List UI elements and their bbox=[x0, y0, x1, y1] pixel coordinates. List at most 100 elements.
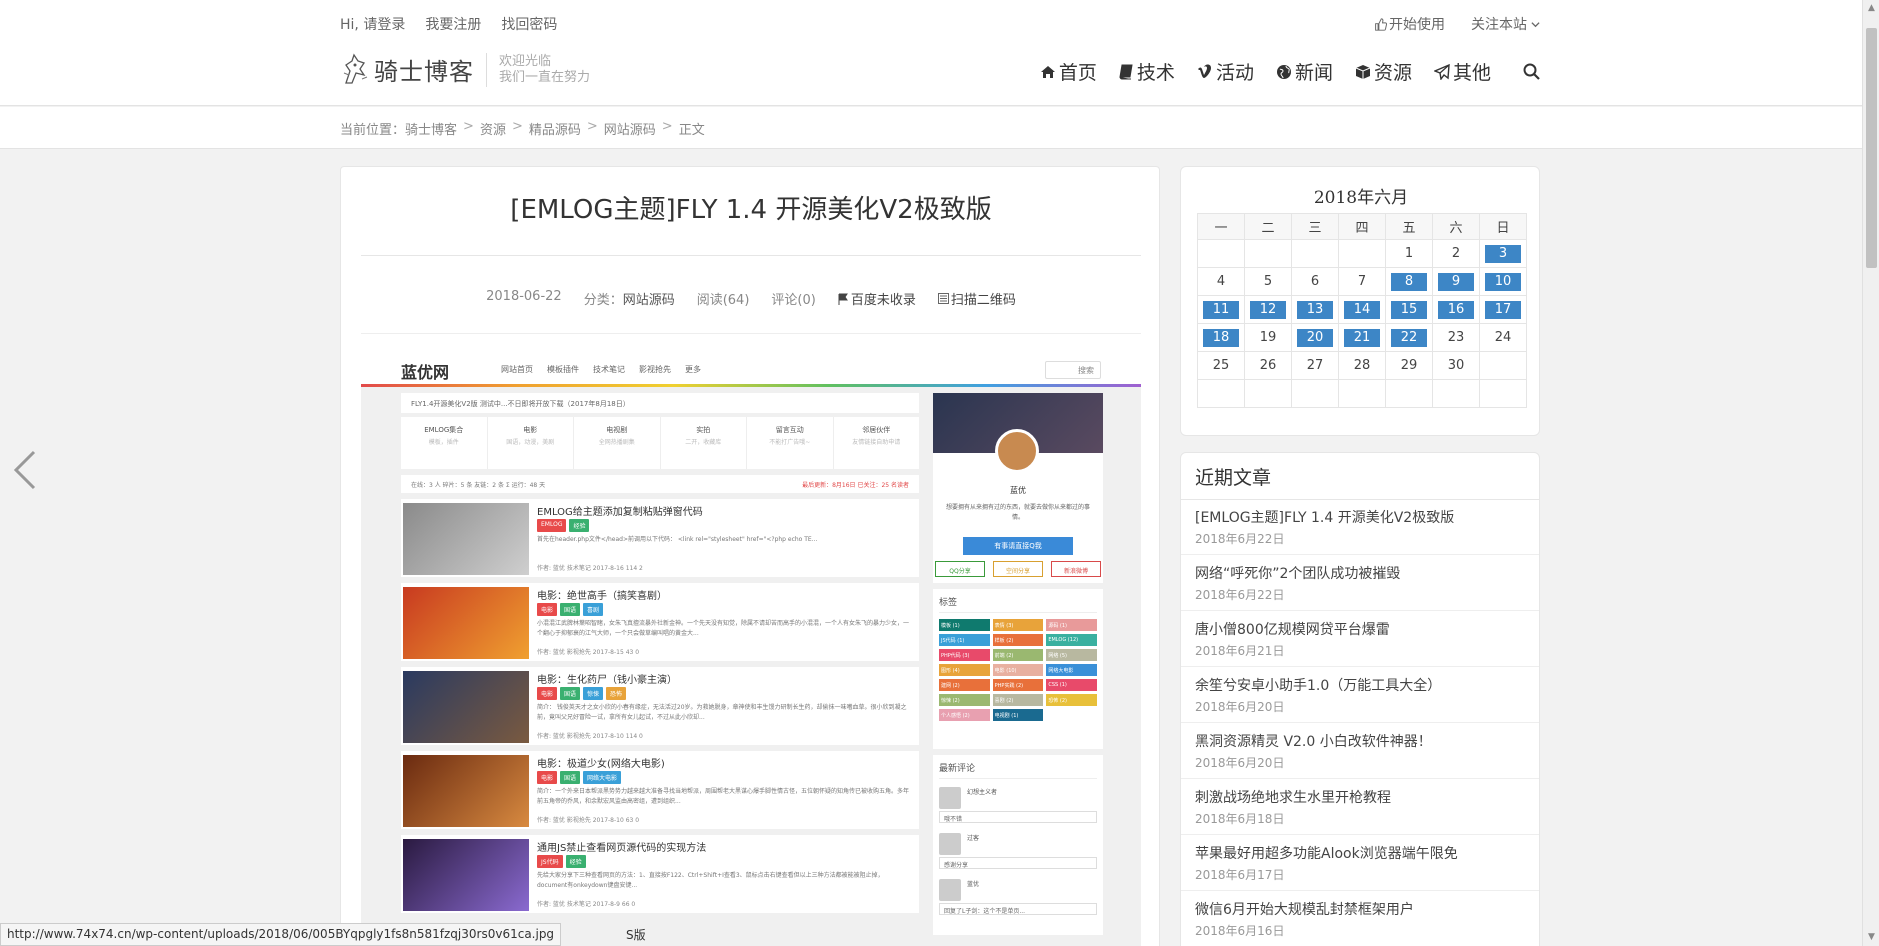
category-link[interactable]: 网站源码 bbox=[623, 293, 675, 308]
breadcrumb-item-source[interactable]: 精品源码 bbox=[529, 119, 581, 138]
nav-item-news[interactable]: 新闻 bbox=[1276, 58, 1333, 85]
breadcrumb-item-resources[interactable]: 资源 bbox=[480, 119, 506, 138]
nav-item-activity[interactable]: 活动 bbox=[1197, 58, 1254, 85]
preview-comment-avatar bbox=[939, 879, 961, 901]
preview-post: EMLOG给主题添加复制粘贴弹窗代码 EMLOG 经验 首先在header.php… bbox=[401, 499, 919, 577]
scrollbar-thumb[interactable] bbox=[1866, 28, 1877, 268]
calendar-day-link[interactable]: 16 bbox=[1438, 300, 1474, 319]
preview-tag: 表情 (3) bbox=[992, 619, 1044, 631]
preview-stats-red: 最后更新：8月16日 已关注：25 名读者 bbox=[802, 482, 909, 489]
nav-item-home[interactable]: 首页 bbox=[1040, 58, 1097, 85]
calendar-day-cell[interactable]: 16 bbox=[1432, 295, 1480, 324]
recent-post-link[interactable]: 微信6月开始大规模乱封禁框架用户 bbox=[1195, 899, 1527, 919]
calendar-day-link[interactable]: 18 bbox=[1203, 328, 1239, 347]
main-nav: 首页 技术 活动 新闻 资源 其他 bbox=[1040, 58, 1540, 85]
calendar-day-cell[interactable]: 3 bbox=[1479, 239, 1527, 268]
calendar-day-cell: 2 bbox=[1432, 239, 1480, 268]
recent-post-link[interactable]: 黑洞资源精灵 V2.0 小白改软件神器！ bbox=[1195, 731, 1527, 751]
recent-post-link[interactable]: 网络“呼死你”2个团队成功被摧毁 bbox=[1195, 563, 1527, 583]
paper-plane-icon bbox=[1433, 63, 1450, 80]
recent-post-item: [EMLOG主题]FLY 1.4 开源美化V2极致版 2018年6月22日 bbox=[1181, 499, 1539, 555]
calendar-day-link[interactable]: 13 bbox=[1297, 300, 1333, 319]
calendar-day-cell[interactable]: 17 bbox=[1479, 295, 1527, 324]
preview-icon-sub: 全网热播剧集 bbox=[598, 439, 635, 446]
follow-site-dropdown[interactable]: 关注本站 bbox=[1471, 14, 1540, 34]
article-image[interactable]: 蓝优网 网站首页 模板插件 技术笔记 影视抢先 更多 搜索 FLY1.4开源美化… bbox=[361, 353, 1141, 946]
baidu-index-link[interactable]: 百度未收录 bbox=[838, 289, 916, 308]
vertical-scrollbar[interactable]: ▲ ▼ bbox=[1862, 0, 1879, 946]
calendar-day-link[interactable]: 10 bbox=[1485, 272, 1521, 291]
preview-post-tag: 喜剧 bbox=[583, 603, 604, 616]
calendar-day-link[interactable]: 20 bbox=[1297, 328, 1333, 347]
calendar-day-link[interactable]: 21 bbox=[1344, 328, 1380, 347]
calendar-day-cell[interactable]: 9 bbox=[1432, 267, 1480, 296]
calendar-day-cell[interactable]: 21 bbox=[1338, 323, 1386, 352]
qrcode-link[interactable]: 扫描二维码 bbox=[937, 289, 1016, 308]
meta-divider bbox=[361, 333, 1141, 334]
calendar-day-cell[interactable]: 10 bbox=[1479, 267, 1527, 296]
slogan-line-2: 我们一直在努力 bbox=[499, 69, 591, 85]
scroll-down-arrow[interactable]: ▼ bbox=[1863, 929, 1879, 946]
calendar-day-cell[interactable]: 12 bbox=[1244, 295, 1292, 324]
recent-post-date: 2018年6月21日 bbox=[1195, 644, 1285, 658]
nav-item-resources[interactable]: 资源 bbox=[1355, 58, 1412, 85]
calendar-day-link[interactable]: 15 bbox=[1391, 300, 1427, 319]
preview-icon-item: 电影 国语，动漫，美剧 bbox=[488, 417, 574, 469]
breadcrumb-item-home[interactable]: 骑士博客 bbox=[405, 119, 457, 138]
recent-post-item: 微信6月开始大规模乱封禁框架用户 2018年6月16日 bbox=[1181, 891, 1539, 946]
preview-post-thumbnail bbox=[403, 671, 529, 743]
recent-post-item: 苹果最好用超多功能Alook浏览器端午限免 2018年6月17日 bbox=[1181, 835, 1539, 891]
start-using-link[interactable]: 开始使用 bbox=[1374, 14, 1445, 34]
cube-icon bbox=[1355, 64, 1371, 79]
calendar-table: 一二三四五六日 1 2 3 4 5 6 7 8 9 10 11 12 13 14 15 16 17 18 19 20 21… bbox=[1197, 213, 1527, 408]
calendar-day-cell[interactable]: 13 bbox=[1291, 295, 1339, 324]
calendar-day-link[interactable]: 8 bbox=[1391, 272, 1427, 291]
calendar-day-link[interactable]: 3 bbox=[1485, 244, 1521, 263]
recover-password-link[interactable]: 找回密码 bbox=[501, 14, 557, 34]
preview-qq-button: 有事请直接Q我 bbox=[963, 537, 1073, 555]
calendar-day-link[interactable]: 17 bbox=[1485, 300, 1521, 319]
preview-post-tag: 惊悚 bbox=[583, 687, 604, 700]
calendar-day-link[interactable]: 11 bbox=[1203, 300, 1239, 319]
register-link[interactable]: 我要注册 bbox=[425, 14, 481, 34]
recent-post-link[interactable]: 余笙兮安卓小助手1.0（万能工具大全） bbox=[1195, 675, 1527, 695]
calendar-day-cell[interactable]: 8 bbox=[1385, 267, 1433, 296]
recent-post-link[interactable]: 唐小僧800亿规模网贷平台爆雷 bbox=[1195, 619, 1527, 639]
calendar-empty-cell bbox=[1197, 239, 1245, 268]
calendar-day-link[interactable]: 9 bbox=[1438, 272, 1474, 291]
article-comments-link[interactable]: 评论(0) bbox=[771, 289, 815, 308]
previous-post-arrow[interactable] bbox=[10, 448, 40, 492]
calendar-day-cell[interactable]: 22 bbox=[1385, 323, 1433, 352]
calendar-day-link[interactable]: 12 bbox=[1250, 300, 1286, 319]
calendar-day-cell[interactable]: 18 bbox=[1197, 323, 1245, 352]
search-button[interactable] bbox=[1523, 63, 1540, 80]
calendar-day-link[interactable]: 22 bbox=[1391, 328, 1427, 347]
calendar-day-cell[interactable]: 14 bbox=[1338, 295, 1386, 324]
nav-label: 其他 bbox=[1452, 62, 1491, 84]
calendar-day-link[interactable]: 14 bbox=[1344, 300, 1380, 319]
login-link[interactable]: Hi, 请登录 bbox=[340, 14, 405, 34]
preview-post: 电影：生化药尸（钱小豪主演） 电影 国语 惊悚 恐怖 简介： 钱俊英天才之女小欣的小春… bbox=[401, 667, 919, 745]
breadcrumb-item-website-source[interactable]: 网站源码 bbox=[604, 119, 656, 138]
calendar-day-cell[interactable]: 11 bbox=[1197, 295, 1245, 324]
nav-item-other[interactable]: 其他 bbox=[1433, 58, 1491, 85]
article-category: 分类：网站源码 bbox=[584, 289, 675, 308]
calendar-day-cell: 1 bbox=[1385, 239, 1433, 268]
site-logo[interactable]: 骑士博客 欢迎光临 我们一直在努力 bbox=[340, 52, 590, 87]
browser-status-bar: http://www.74x74.cn/wp-content/uploads/2… bbox=[0, 923, 562, 946]
recent-post-link[interactable]: 刺激战场绝地求生水里开枪教程 bbox=[1195, 787, 1527, 807]
recent-post-link[interactable]: 苹果最好用超多功能Alook浏览器端午限免 bbox=[1195, 843, 1527, 863]
preview-post-meta: 作者: 蓝优 技术笔记 2017-8-9 66 0 bbox=[537, 901, 636, 908]
nav-label: 活动 bbox=[1215, 62, 1254, 84]
scroll-up-arrow[interactable]: ▲ bbox=[1863, 0, 1879, 17]
calendar-day-cell[interactable]: 15 bbox=[1385, 295, 1433, 324]
preview-nav-item: 模板插件 bbox=[547, 365, 579, 374]
nav-item-tech[interactable]: 技术 bbox=[1119, 58, 1175, 85]
book-icon bbox=[1119, 64, 1133, 79]
preview-comment: 蓝优 回复了L子剑：这个不是单页... bbox=[939, 879, 1097, 917]
calendar-day-cell[interactable]: 20 bbox=[1291, 323, 1339, 352]
preview-icon-item: 实拍 二开，收藏库 bbox=[661, 417, 747, 469]
calendar-empty-cell bbox=[1432, 379, 1480, 408]
site-slogan: 欢迎光临 我们一直在努力 bbox=[499, 54, 590, 86]
recent-post-link[interactable]: [EMLOG主题]FLY 1.4 开源美化V2极致版 bbox=[1195, 507, 1527, 527]
